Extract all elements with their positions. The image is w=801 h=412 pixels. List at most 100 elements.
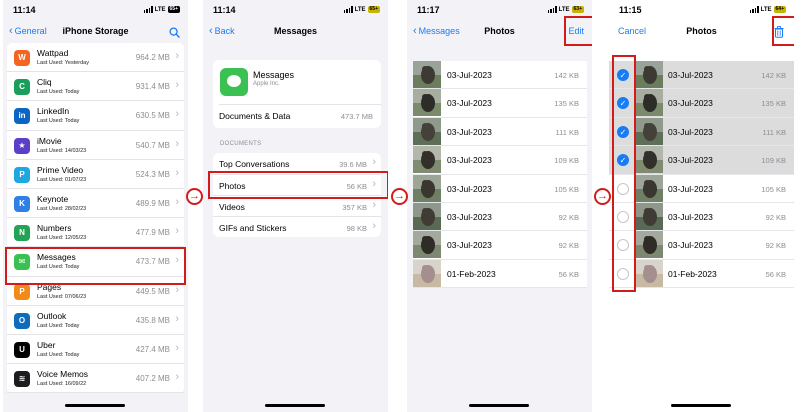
app-row[interactable]: in LinkedIn Last Used: Today 630.5 MB › — [7, 101, 184, 131]
signal-icon — [143, 6, 153, 13]
app-icon: P — [14, 283, 30, 300]
network-label: LTE — [154, 6, 166, 13]
signal-icon — [749, 6, 759, 13]
document-label: Videos — [219, 202, 245, 212]
photo-select-row[interactable]: ✓ 03-Jul-2023 135 KB — [609, 89, 794, 118]
photo-date: 03-Jul-2023 — [447, 98, 492, 109]
photo-select-row[interactable]: ✓ 03-Jul-2023 142 KB — [609, 61, 794, 90]
app-row[interactable]: ★ iMovie Last Used: 14/03/23 540.7 MB › — [7, 131, 184, 160]
app-size: 477.9 MB — [135, 228, 170, 238]
checkbox-highlight-box — [612, 55, 636, 292]
status-time: 11:15 — [619, 5, 642, 15]
messages-highlight-box — [5, 247, 186, 285]
photo-thumbnail — [413, 202, 441, 230]
page-title: iPhone Storage — [62, 26, 129, 36]
iphone-storage-screen: 11:14 LTE 65+ ‹ General iPhone Storage WW… — [3, 0, 188, 412]
document-label: Top Conversations — [219, 159, 290, 169]
photo-thumbnail — [635, 231, 663, 259]
photo-size: 56 KB — [558, 269, 579, 279]
network-label: LTE — [354, 6, 366, 13]
photo-select-row[interactable]: ✓ 03-Jul-2023 109 KB — [609, 146, 794, 175]
document-row[interactable]: GIFs and Stickers 98 KB › — [213, 216, 381, 237]
app-row[interactable]: K Keynote Last Used: 28/02/23 489.9 MB › — [7, 189, 184, 219]
photo-row[interactable]: 03-Jul-2023 105 KB — [413, 174, 587, 203]
search-icon[interactable] — [169, 27, 180, 38]
photo-date: 03-Jul-2023 — [447, 183, 492, 194]
photo-select-row[interactable]: ✓ 03-Jul-2023 111 KB — [609, 117, 794, 147]
app-last-used: Last Used: 01/07/23 — [37, 176, 87, 183]
app-row[interactable]: W Wattpad Last Used: Yesterday 964.2 MB › — [7, 43, 184, 73]
app-name: Prime Video — [37, 164, 84, 175]
app-size: 407.2 MB — [135, 374, 170, 384]
photo-date: 03-Jul-2023 — [668, 70, 713, 80]
photo-row[interactable]: 03-Jul-2023 92 KB — [413, 202, 587, 232]
photo-thumbnail — [635, 117, 663, 145]
network-label: LTE — [558, 6, 570, 13]
app-name: Voice Memos — [37, 369, 89, 380]
photo-date: 03-Jul-2023 — [668, 183, 713, 194]
chevron-right-icon: › — [175, 341, 179, 354]
photo-date: 03-Jul-2023 — [447, 155, 492, 166]
page-title: Messages — [273, 26, 318, 36]
photo-select-row[interactable]: 03-Jul-2023 92 KB — [609, 202, 794, 232]
photo-thumbnail — [413, 146, 441, 174]
app-row[interactable]: O Outlook Last Used: Today 435.8 MB › — [7, 306, 184, 335]
photo-thumbnail — [635, 259, 663, 287]
signal-icon — [547, 6, 557, 13]
chevron-right-icon: › — [175, 283, 179, 296]
photo-row[interactable]: 01-Feb-2023 56 KB — [413, 259, 587, 289]
photo-date: 03-Jul-2023 — [668, 240, 713, 251]
app-icon: in — [14, 108, 30, 125]
app-name: Cliq — [37, 77, 52, 88]
photo-size: 135 KB — [761, 99, 786, 109]
app-last-used: Last Used: Today — [37, 322, 80, 329]
chevron-right-icon: › — [175, 166, 179, 179]
status-icons: LTE 65+ — [343, 6, 380, 13]
messages-storage-screen: 11:14 LTE 65+ ‹ Back Messages Messages Ap… — [203, 0, 388, 412]
photo-row[interactable]: 03-Jul-2023 92 KB — [413, 231, 587, 260]
photo-thumbnail — [413, 117, 441, 145]
photo-select-row[interactable]: 03-Jul-2023 92 KB — [609, 231, 794, 260]
app-size: 435.8 MB — [135, 315, 170, 325]
photo-size: 142 KB — [761, 71, 786, 80]
app-row[interactable]: C Cliq Last Used: Today 931.4 MB › — [7, 72, 184, 102]
photo-size: 92 KB — [765, 212, 786, 222]
status-icons: LTE 63+ — [547, 6, 584, 13]
document-size: 98 KB — [346, 224, 367, 233]
photo-date: 03-Jul-2023 — [447, 70, 492, 80]
app-size: 449.5 MB — [135, 286, 170, 296]
photo-size: 105 KB — [761, 184, 786, 194]
photo-date: 03-Jul-2023 — [668, 211, 713, 222]
photo-date: 03-Jul-2023 — [447, 240, 492, 251]
messages-app-icon — [220, 68, 248, 96]
app-size: 630.5 MB — [135, 111, 170, 121]
app-row[interactable]: P Prime Video Last Used: 01/07/23 524.3 MB › — [7, 160, 184, 189]
battery-icon: 65+ — [167, 6, 180, 13]
trash-highlight-box — [772, 16, 794, 46]
photo-select-row[interactable]: 01-Feb-2023 56 KB — [609, 259, 794, 289]
app-name: Uber — [37, 339, 56, 350]
photo-date: 01-Feb-2023 — [668, 268, 717, 279]
photo-date: 03-Jul-2023 — [447, 126, 492, 137]
app-last-used: Last Used: Today — [37, 351, 80, 358]
chevron-right-icon: › — [175, 137, 179, 150]
photo-size: 111 KB — [555, 127, 580, 137]
photo-row[interactable]: 03-Jul-2023 111 KB — [413, 117, 587, 147]
edit-highlight-box — [564, 16, 592, 46]
documents-data-size: 473.7 MB — [340, 112, 373, 121]
app-last-used: Last Used: Today — [37, 89, 80, 96]
photo-select-row[interactable]: 03-Jul-2023 105 KB — [609, 174, 794, 203]
app-icon: ★ — [14, 137, 30, 154]
photo-row[interactable]: 03-Jul-2023 142 KB — [413, 61, 587, 90]
nav-bar: ‹ Back Messages — [203, 23, 388, 43]
page-title: Photos — [686, 26, 717, 36]
home-indicator — [65, 404, 125, 407]
status-bar: 11:14 LTE 65+ — [203, 5, 388, 17]
app-row[interactable]: ≋ Voice Memos Last Used: 16/09/22 407.2 MB › — [7, 364, 184, 394]
photo-row[interactable]: 03-Jul-2023 109 KB — [413, 146, 587, 175]
chevron-right-icon: › — [175, 50, 179, 62]
photo-row[interactable]: 03-Jul-2023 135 KB — [413, 89, 587, 118]
app-row[interactable]: U Uber Last Used: Today 427.4 MB › — [7, 335, 184, 365]
app-list: W Wattpad Last Used: Yesterday 964.2 MB › C Cl… — [7, 43, 184, 394]
app-row[interactable]: N Numbers Last Used: 12/05/23 477.9 MB › — [7, 218, 184, 248]
